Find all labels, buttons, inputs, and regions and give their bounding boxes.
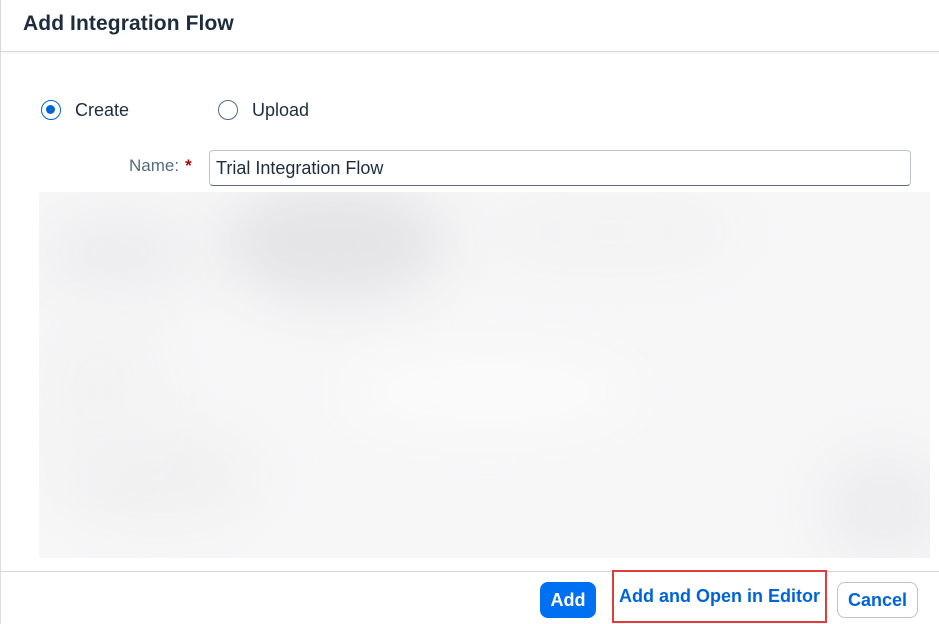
dialog-header: Add Integration Flow [1, 0, 939, 52]
name-field-label: Name: * [129, 156, 192, 176]
add-button[interactable]: Add [540, 582, 596, 618]
create-radio-label: Create [75, 99, 130, 120]
upload-radio-option[interactable]: Upload [218, 96, 309, 124]
upload-radio-button[interactable] [218, 100, 238, 120]
create-radio-button[interactable] [41, 100, 61, 120]
dialog-title: Add Integration Flow [23, 12, 234, 35]
redacted-content-area [39, 192, 930, 558]
add-integration-flow-dialog: Add Integration Flow Create Upload Name:… [0, 0, 939, 624]
name-input[interactable] [209, 150, 911, 186]
required-marker: * [185, 156, 192, 175]
dialog-footer: Add Add and Open in Editor Cancel [1, 570, 939, 624]
cancel-button[interactable]: Cancel [837, 582, 918, 618]
create-radio-option[interactable]: Create [41, 96, 129, 124]
name-label-text: Name: [129, 156, 180, 175]
upload-radio-label: Upload [252, 99, 310, 120]
add-and-open-in-editor-button[interactable]: Add and Open in Editor [612, 570, 827, 623]
